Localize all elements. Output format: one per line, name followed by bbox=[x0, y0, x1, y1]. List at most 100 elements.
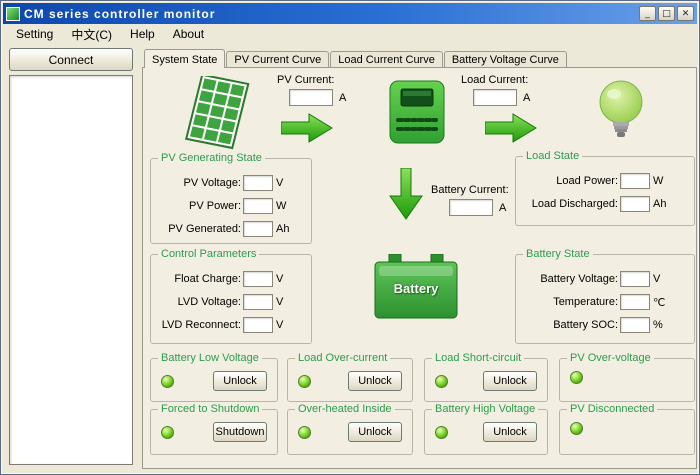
tab-load-current-curve[interactable]: Load Current Curve bbox=[330, 51, 443, 67]
pv-voltage-input[interactable] bbox=[243, 175, 273, 191]
pv-generated-unit: Ah bbox=[276, 223, 289, 235]
alarm-forced-to-shutdown-title: Forced to Shutdown bbox=[158, 403, 262, 415]
shutdown-button[interactable]: Shutdown bbox=[213, 422, 267, 442]
load-current-input[interactable] bbox=[473, 89, 517, 106]
battery-high-voltage-unlock-button[interactable]: Unlock bbox=[483, 422, 537, 442]
solar-panel-icon bbox=[185, 76, 253, 156]
battery-voltage-label: Battery Voltage: bbox=[522, 273, 618, 285]
pv-power-input[interactable] bbox=[243, 198, 273, 214]
alarm-forced-to-shutdown: Forced to Shutdown Shutdown bbox=[150, 409, 278, 455]
battery-soc-unit: % bbox=[653, 319, 663, 331]
float-charge-input[interactable] bbox=[243, 271, 273, 287]
alarm-load-short-circuit-title: Load Short-circuit bbox=[432, 352, 524, 364]
control-parameters-group: Control Parameters Float Charge: V LVD V… bbox=[150, 254, 312, 344]
battery-current-unit: A bbox=[499, 202, 506, 214]
alarm-load-short-circuit: Load Short-circuit Unlock bbox=[424, 358, 548, 402]
battery-current-input[interactable] bbox=[449, 199, 493, 216]
lvd-voltage-input[interactable] bbox=[243, 294, 273, 310]
over-heated-inside-unlock-button[interactable]: Unlock bbox=[348, 422, 402, 442]
menu-help[interactable]: Help bbox=[121, 24, 164, 44]
lvd-reconnect-label: LVD Reconnect: bbox=[157, 319, 241, 331]
load-power-input[interactable] bbox=[620, 173, 650, 189]
alarm-pv-over-voltage: PV Over-voltage bbox=[559, 358, 695, 402]
alarm-load-over-current: Load Over-current Unlock bbox=[287, 358, 413, 402]
pv-generating-state-group: PV Generating State PV Voltage: V PV Pow… bbox=[150, 158, 312, 244]
temperature-input[interactable] bbox=[620, 294, 650, 310]
tab-pv-current-curve[interactable]: PV Current Curve bbox=[226, 51, 329, 67]
forced-to-shutdown-led-icon bbox=[161, 426, 174, 439]
load-discharged-input[interactable] bbox=[620, 196, 650, 212]
alarm-over-heated-inside: Over-heated Inside Unlock bbox=[287, 409, 413, 455]
load-over-current-led-icon bbox=[298, 375, 311, 388]
pv-current-input[interactable] bbox=[289, 89, 333, 106]
alarm-battery-low-voltage: Battery Low Voltage Unlock bbox=[150, 358, 278, 402]
lvd-voltage-unit: V bbox=[276, 296, 283, 308]
lvd-reconnect-unit: V bbox=[276, 319, 283, 331]
maximize-button[interactable]: □ bbox=[658, 6, 675, 21]
load-power-label: Load Power: bbox=[522, 175, 618, 187]
alarm-load-over-current-title: Load Over-current bbox=[295, 352, 390, 364]
load-current-unit: A bbox=[523, 92, 530, 104]
system-state-panel: PV Current: A Load Current: A bbox=[142, 67, 697, 469]
pv-generated-input[interactable] bbox=[243, 221, 273, 237]
pv-voltage-label: PV Voltage: bbox=[157, 177, 241, 189]
device-list[interactable] bbox=[9, 75, 133, 465]
battery-state-title: Battery State bbox=[523, 248, 593, 260]
load-state-title: Load State bbox=[523, 150, 582, 162]
flow-arrow-controller-to-load-icon bbox=[485, 113, 537, 143]
tab-battery-voltage-curve[interactable]: Battery Voltage Curve bbox=[444, 51, 567, 67]
pv-generating-state-title: PV Generating State bbox=[158, 152, 265, 164]
load-short-circuit-unlock-button[interactable]: Unlock bbox=[483, 371, 537, 391]
battery-state-group: Battery State Battery Voltage: V Tempera… bbox=[515, 254, 695, 344]
menu-bar: Setting 中文(C) Help About bbox=[3, 24, 697, 44]
battery-soc-input[interactable] bbox=[620, 317, 650, 333]
menu-setting[interactable]: Setting bbox=[7, 24, 62, 44]
battery-current-label: Battery Current: bbox=[431, 184, 509, 196]
control-parameters-title: Control Parameters bbox=[158, 248, 259, 260]
pv-current-unit: A bbox=[339, 92, 346, 104]
load-power-unit: W bbox=[653, 175, 663, 187]
temperature-label: Temperature: bbox=[522, 296, 618, 308]
battery-soc-label: Battery SOC: bbox=[522, 319, 618, 331]
pv-power-unit: W bbox=[276, 200, 286, 212]
alarm-battery-low-voltage-title: Battery Low Voltage bbox=[158, 352, 262, 364]
load-short-circuit-led-icon bbox=[435, 375, 448, 388]
tab-bar: System State PV Current Curve Load Curre… bbox=[143, 49, 567, 68]
app-window: CM series controller monitor _ □ ✕ Setti… bbox=[0, 0, 700, 475]
load-discharged-label: Load Discharged: bbox=[522, 198, 618, 210]
battery-voltage-input[interactable] bbox=[620, 271, 650, 287]
flow-arrow-controller-to-battery-icon bbox=[389, 168, 423, 220]
app-icon bbox=[6, 7, 20, 21]
battery-label: Battery bbox=[373, 281, 459, 296]
load-over-current-unlock-button[interactable]: Unlock bbox=[348, 371, 402, 391]
lvd-voltage-label: LVD Voltage: bbox=[157, 296, 241, 308]
alarm-battery-high-voltage-title: Battery High Voltage bbox=[432, 403, 538, 415]
connect-button[interactable]: Connect bbox=[9, 48, 133, 71]
load-state-group: Load State Load Power: W Load Discharged… bbox=[515, 156, 695, 226]
alarm-battery-high-voltage: Battery High Voltage Unlock bbox=[424, 409, 548, 455]
over-heated-inside-led-icon bbox=[298, 426, 311, 439]
pv-power-label: PV Power: bbox=[157, 200, 241, 212]
alarm-pv-disconnected: PV Disconnected bbox=[559, 409, 695, 455]
load-current-label: Load Current: bbox=[461, 74, 528, 86]
alarm-pv-disconnected-title: PV Disconnected bbox=[567, 403, 657, 415]
pv-voltage-unit: V bbox=[276, 177, 283, 189]
menu-about[interactable]: About bbox=[164, 24, 213, 44]
pv-disconnected-led-icon bbox=[570, 422, 583, 435]
pv-generated-label: PV Generated: bbox=[157, 223, 241, 235]
close-button[interactable]: ✕ bbox=[677, 6, 694, 21]
controller-icon bbox=[389, 76, 445, 148]
battery-high-voltage-led-icon bbox=[435, 426, 448, 439]
menu-chinese[interactable]: 中文(C) bbox=[62, 23, 121, 46]
battery-low-voltage-led-icon bbox=[161, 375, 174, 388]
title-bar: CM series controller monitor _ □ ✕ bbox=[3, 3, 697, 24]
load-discharged-unit: Ah bbox=[653, 198, 666, 210]
light-bulb-icon bbox=[598, 78, 644, 144]
tab-system-state[interactable]: System State bbox=[144, 49, 225, 68]
lvd-reconnect-input[interactable] bbox=[243, 317, 273, 333]
battery-low-voltage-unlock-button[interactable]: Unlock bbox=[213, 371, 267, 391]
window-title: CM series controller monitor bbox=[24, 7, 639, 21]
pv-over-voltage-led-icon bbox=[570, 371, 583, 384]
minimize-button[interactable]: _ bbox=[639, 6, 656, 21]
alarm-over-heated-inside-title: Over-heated Inside bbox=[295, 403, 395, 415]
